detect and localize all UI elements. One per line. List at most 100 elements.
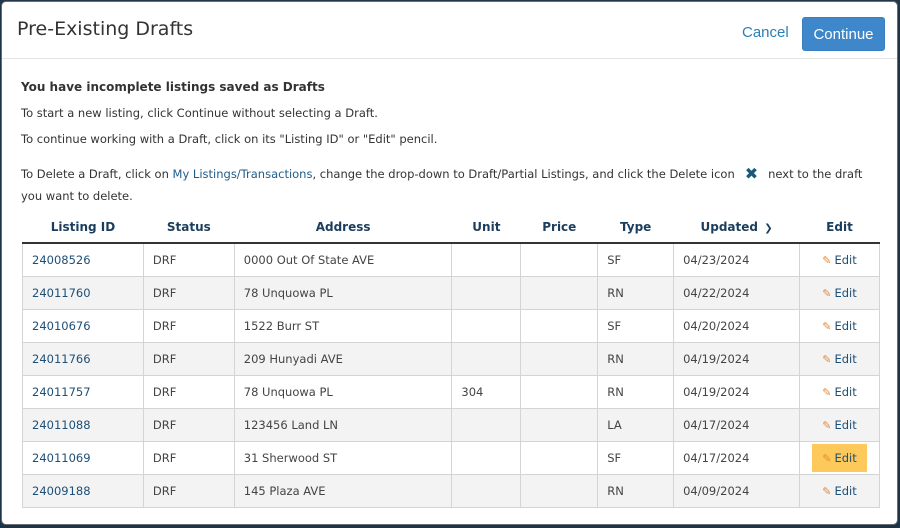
pencil-icon: ✎ <box>822 353 832 366</box>
pencil-icon: ✎ <box>822 452 832 465</box>
type-cell: RN <box>597 342 675 376</box>
status-cell: DRF <box>142 309 235 343</box>
updated-cell: 04/17/2024 <box>673 441 800 475</box>
unit-cell <box>451 441 522 475</box>
column-header-status[interactable]: Status <box>143 211 235 244</box>
listing-id-link[interactable]: 24011757 <box>32 385 91 399</box>
updated-cell: 04/19/2024 <box>673 342 800 376</box>
edit-cell: ✎ Edit <box>798 342 881 376</box>
price-cell <box>520 242 599 277</box>
intro-line-delete-draft: To Delete a Draft, click on My Listings/… <box>21 163 881 207</box>
updated-cell: 04/19/2024 <box>673 375 800 409</box>
table-row: 24011757 DRF 78 Unquowa PL 304 RN 04/19/2024 ✎… <box>22 375 881 409</box>
address-cell: 0000 Out Of State AVE <box>233 242 453 277</box>
dialog-header: Pre-Existing Drafts Cancel Continue <box>2 2 897 59</box>
listing-id-link[interactable]: 24011088 <box>32 418 91 432</box>
listing-id-cell: 24011757 <box>22 375 144 409</box>
listing-id-link[interactable]: 24011766 <box>32 352 91 366</box>
pencil-icon: ✎ <box>822 254 832 267</box>
listing-id-cell: 24011088 <box>22 408 144 442</box>
intro-line-new-listing: To start a new listing, click Continue w… <box>21 106 378 120</box>
unit-cell <box>451 342 522 376</box>
price-cell <box>520 342 599 376</box>
dialog-title: Pre-Existing Drafts <box>17 18 194 40</box>
listing-id-cell: 24011766 <box>22 342 144 376</box>
address-cell: 78 Unquowa PL <box>233 375 453 409</box>
edit-button[interactable]: ✎ Edit <box>812 379 867 405</box>
edit-button[interactable]: ✎ Edit <box>812 478 867 504</box>
listing-id-link[interactable]: 24009188 <box>32 484 91 498</box>
price-cell <box>520 309 599 343</box>
table-row: 24011088 DRF 123456 Land LN LA 04/17/2024 ✎ Ed… <box>22 408 881 442</box>
edit-button[interactable]: ✎ Edit <box>812 412 867 438</box>
price-cell <box>520 375 599 409</box>
pencil-icon: ✎ <box>822 320 832 333</box>
column-header-unit[interactable]: Unit <box>451 211 521 244</box>
type-cell: SF <box>597 441 675 475</box>
edit-cell: ✎ Edit <box>798 309 881 343</box>
edit-button[interactable]: ✎ Edit <box>812 313 867 339</box>
cancel-button[interactable]: Cancel <box>742 24 789 41</box>
column-header-type[interactable]: Type <box>597 211 674 244</box>
delete-x-icon: ✖ <box>744 164 759 183</box>
intro-heading: You have incomplete listings saved as Dr… <box>21 80 325 94</box>
listing-id-link[interactable]: 24010676 <box>32 319 91 333</box>
listing-id-link[interactable]: 24011760 <box>32 286 91 300</box>
pencil-icon: ✎ <box>822 386 832 399</box>
type-cell: RN <box>597 276 675 310</box>
my-listings-transactions-link[interactable]: My Listings/Transactions <box>173 167 313 181</box>
unit-cell <box>451 474 522 508</box>
edit-button[interactable]: ✎ Edit <box>812 247 867 273</box>
pencil-icon: ✎ <box>822 485 832 498</box>
edit-cell: ✎ Edit <box>798 242 881 277</box>
table-row: 24011760 DRF 78 Unquowa PL RN 04/22/2024 ✎ Edi… <box>22 276 881 310</box>
listing-id-link[interactable]: 24008526 <box>32 253 91 267</box>
pencil-icon: ✎ <box>822 419 832 432</box>
column-header-listing-id[interactable]: Listing ID <box>22 211 144 244</box>
column-header-price[interactable]: Price <box>520 211 598 244</box>
edit-cell: ✎ Edit <box>798 408 881 442</box>
table-row: 24011069 DRF 31 Sherwood ST SF 04/17/2024 ✎ Ed… <box>22 441 881 475</box>
listing-id-cell: 24009188 <box>22 474 144 508</box>
edit-button[interactable]: ✎ Edit <box>812 280 867 306</box>
address-cell: 78 Unquowa PL <box>233 276 453 310</box>
listing-id-link[interactable]: 24011069 <box>32 451 91 465</box>
table-header-row: Listing ID Status Address Unit Price Typ… <box>22 211 880 244</box>
column-header-updated[interactable]: Updated ❯ <box>673 211 800 244</box>
edit-label: Edit <box>834 484 857 498</box>
status-cell: DRF <box>142 474 235 508</box>
edit-cell: ✎ Edit <box>798 474 881 508</box>
address-cell: 31 Sherwood ST <box>233 441 453 475</box>
updated-cell: 04/17/2024 <box>673 408 800 442</box>
continue-button[interactable]: Continue <box>802 17 885 51</box>
edit-button[interactable]: ✎ Edit <box>812 444 867 472</box>
edit-label: Edit <box>834 253 857 267</box>
table-row: 24010676 DRF 1522 Burr ST SF 04/20/2024 ✎ Edit <box>22 309 881 343</box>
table-row: 24008526 DRF 0000 Out Of State AVE SF 04/23/… <box>22 242 881 277</box>
updated-cell: 04/09/2024 <box>673 474 800 508</box>
status-cell: DRF <box>142 441 235 475</box>
price-cell <box>520 276 599 310</box>
unit-cell <box>451 276 522 310</box>
delete-instructions-middle: , change the drop-down to Draft/Partial … <box>312 167 735 181</box>
address-cell: 1522 Burr ST <box>233 309 453 343</box>
drafts-table: Listing ID Status Address Unit Price Typ… <box>22 211 881 508</box>
unit-cell <box>451 242 522 277</box>
price-cell <box>520 441 599 475</box>
address-cell: 209 Hunyadi AVE <box>233 342 453 376</box>
delete-instructions-start: To Delete a Draft, click on <box>21 167 173 181</box>
edit-cell: ✎ Edit <box>798 276 881 310</box>
column-header-address[interactable]: Address <box>234 211 452 244</box>
address-cell: 145 Plaza AVE <box>233 474 453 508</box>
table-row: 24009188 DRF 145 Plaza AVE RN 04/09/2024 ✎ Edi… <box>22 474 881 508</box>
type-cell: RN <box>597 375 675 409</box>
edit-label: Edit <box>834 319 857 333</box>
updated-cell: 04/20/2024 <box>673 309 800 343</box>
column-header-edit: Edit <box>799 211 880 244</box>
updated-cell: 04/22/2024 <box>673 276 800 310</box>
status-cell: DRF <box>142 242 235 277</box>
updated-cell: 04/23/2024 <box>673 242 800 277</box>
edit-button[interactable]: ✎ Edit <box>812 346 867 372</box>
price-cell <box>520 408 599 442</box>
pencil-icon: ✎ <box>822 287 832 300</box>
